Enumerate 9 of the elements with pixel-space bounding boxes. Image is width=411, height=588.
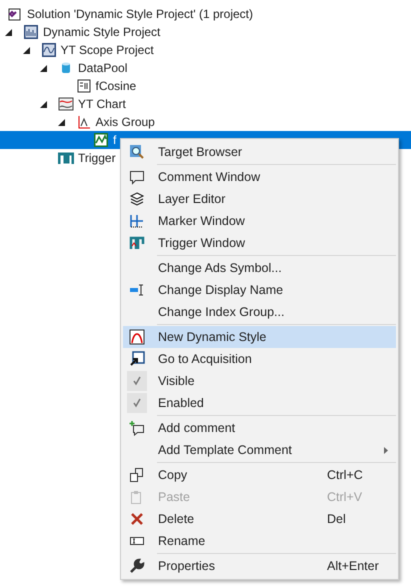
tree-label: Solution 'Dynamic Style Project' (1 project) xyxy=(27,6,254,23)
tree-label: Trigger xyxy=(78,150,116,167)
tree-label: YT Scope Project xyxy=(60,42,154,59)
tree-label: fCosine xyxy=(96,78,136,95)
tree-label: Dynamic Style Project xyxy=(43,24,160,41)
tree-label: DataPool xyxy=(78,60,128,77)
tree-label: Axis Group xyxy=(96,114,155,131)
tree-label: YT Chart xyxy=(78,96,126,113)
tree-label: f xyxy=(113,132,116,149)
